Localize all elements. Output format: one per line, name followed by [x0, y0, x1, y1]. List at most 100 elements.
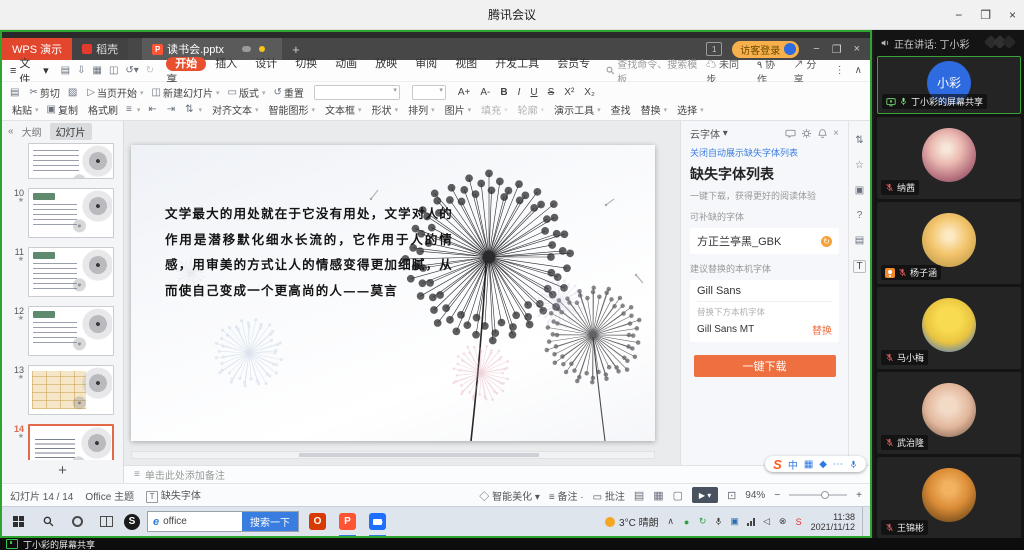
minimize-button[interactable]: −	[955, 8, 962, 22]
italic-button[interactable]: I	[516, 87, 521, 98]
ime-skin-icon[interactable]: ◆	[819, 459, 827, 470]
adjust-panel-icon[interactable]: ⇅	[855, 135, 863, 146]
presentation-tools-button[interactable]: 演示工具	[552, 102, 601, 117]
favorites-icon[interactable]: ☆	[855, 160, 864, 171]
tray-network-icon[interactable]	[746, 518, 756, 526]
outline-button[interactable]: 轮廓	[516, 102, 545, 117]
increase-indent-button[interactable]: ⇥	[167, 104, 177, 115]
cortana-icon[interactable]	[66, 510, 88, 534]
smartart-button[interactable]: 智能图形	[267, 102, 316, 117]
tray-expand-icon[interactable]: ∧	[666, 516, 676, 527]
tab-outline[interactable]: 大纲	[22, 124, 42, 139]
menu-animation[interactable]: 动画	[326, 57, 366, 71]
replace-link[interactable]: 替换	[812, 322, 832, 337]
line-spacing-button[interactable]: ⇅	[185, 104, 202, 115]
find-button[interactable]: 查找	[609, 102, 631, 117]
missing-font-button[interactable]: T 缺失字体	[146, 487, 201, 503]
zoom-slider-knob[interactable]	[821, 491, 829, 499]
shape-button[interactable]: 形状	[370, 102, 399, 117]
preview-icon[interactable]: ◫	[109, 65, 118, 76]
increase-font-button[interactable]: A+	[456, 87, 471, 98]
download-all-button[interactable]: 一键下载	[694, 355, 836, 377]
maximize-button[interactable]: ❐	[980, 8, 991, 22]
zoom-out-button[interactable]: −	[774, 490, 780, 501]
feedback-icon[interactable]: ▤	[855, 235, 864, 246]
settings-gear-icon[interactable]	[801, 128, 812, 139]
comment-button[interactable]: ▭ 批注	[593, 488, 625, 503]
horizontal-scrollbar[interactable]	[131, 451, 655, 459]
undo-icon[interactable]: ↺▾	[125, 65, 138, 76]
slide-thumbnail-12[interactable]: 12 ★	[2, 306, 123, 356]
slide-quote-text[interactable]: 文学最大的用处就在于它没有用处，文学对人的作用是潜移默化细水长流的，它作用于人的…	[165, 201, 453, 304]
format-painter-button[interactable]: 格式刷	[86, 102, 118, 117]
black-s-app-icon[interactable]: S	[124, 514, 140, 530]
export-icon[interactable]: ⇩	[77, 65, 85, 76]
select-box[interactable]	[412, 85, 446, 100]
print-icon[interactable]: ▦	[92, 65, 101, 76]
missing-font-row[interactable]: 方正兰亭黑_GBK ↻	[690, 228, 839, 254]
align-text-button[interactable]: 对齐文本	[210, 102, 259, 117]
scrollbar-thumb[interactable]	[299, 453, 539, 457]
menu-transition[interactable]: 切换	[286, 57, 326, 71]
tray-close-icon[interactable]: ⊗	[778, 516, 788, 527]
search-submit-button[interactable]: 搜索一下	[242, 512, 298, 531]
picture-button[interactable]: 图片	[443, 102, 472, 117]
select-box[interactable]	[314, 85, 400, 100]
disable-auto-show-link[interactable]: 关闭自动展示缺失字体列表	[690, 146, 839, 159]
tray-app-icon[interactable]: ▣	[730, 516, 740, 527]
play-from-current-button[interactable]: ▷ 当页开始	[87, 85, 143, 100]
slide-editor[interactable]: 文学最大的用处就在于它没有用处，文学对人的作用是潜移默化细水长流的，它作用于人的…	[124, 121, 680, 465]
tray-sync-icon[interactable]: ↻	[698, 516, 708, 527]
zoom-slider[interactable]	[789, 494, 847, 496]
slide-thumbnail-14[interactable]: 14 ★	[2, 424, 123, 460]
slide-thumbnail-11[interactable]: 11 ★	[2, 247, 123, 297]
participant-dingxiaocai[interactable]: 小彩 丁小彩的屏幕共享	[877, 56, 1021, 114]
text-tool-icon[interactable]: T	[853, 260, 865, 273]
replace-button[interactable]: 替换	[639, 102, 668, 117]
theme-name[interactable]: Office 主题	[85, 488, 134, 503]
slide-thumbnail-9[interactable]	[2, 143, 123, 179]
collapse-ribbon-icon[interactable]: ∧	[855, 65, 862, 76]
slide-layout-button[interactable]: ▭ 版式	[227, 85, 265, 100]
help-icon[interactable]: ?	[857, 210, 863, 221]
collapse-panel-button[interactable]: «	[8, 126, 14, 137]
tray-volume-icon[interactable]: ◁	[762, 516, 772, 527]
tray-status-green-icon[interactable]: ●	[682, 517, 692, 527]
wps-restore-button[interactable]: ❐	[832, 43, 842, 56]
ime-keyboard-icon[interactable]: ▦	[804, 459, 813, 470]
decrease-font-button[interactable]: A-	[478, 87, 490, 98]
menu-devtools[interactable]: 开发工具	[486, 57, 548, 71]
show-desktop-button[interactable]	[862, 507, 868, 537]
font-family-select[interactable]	[312, 85, 402, 100]
participant-yangzihan[interactable]: 杨子涵	[877, 202, 1021, 284]
cut-button[interactable]: ✂ 剪切	[29, 85, 59, 100]
reading-view-icon[interactable]: ▢	[673, 489, 683, 502]
close-button[interactable]: ×	[1009, 8, 1016, 22]
arrange-button[interactable]: 排列	[406, 102, 435, 117]
start-button[interactable]	[8, 510, 30, 534]
docer-tab[interactable]: 稻壳	[72, 38, 128, 60]
participant-maxiaomei[interactable]: 马小梅	[877, 287, 1021, 369]
font-download-status-icon[interactable]: ↻	[821, 236, 832, 247]
notification-bell-icon[interactable]	[817, 128, 828, 139]
task-view-icon[interactable]	[95, 510, 117, 534]
participant-wangjinbin[interactable]: 王锦彬	[877, 457, 1021, 538]
window-manager-icon[interactable]: 1	[706, 42, 722, 56]
strikethrough-button[interactable]: S	[546, 87, 555, 98]
decrease-indent-button[interactable]: ⇤	[148, 104, 158, 115]
taskbar-clock[interactable]: 11:38 2021/11/12	[811, 512, 855, 532]
slide-thumbnail-10[interactable]: 10 ★	[2, 188, 123, 238]
menu-slideshow[interactable]: 放映	[366, 57, 406, 71]
add-slide-button[interactable]: +	[2, 460, 123, 483]
slideshow-play-button[interactable]: ▶ ▾	[692, 487, 718, 503]
menu-insert[interactable]: 插入	[206, 57, 246, 71]
textbox-button[interactable]: 文本框	[323, 102, 362, 117]
close-panel-icon[interactable]: ×	[833, 128, 839, 139]
redo-icon[interactable]: ↻	[146, 65, 154, 76]
font-size-select[interactable]	[410, 85, 448, 100]
fill-button[interactable]: 填充	[479, 102, 508, 117]
taskbar-search-box[interactable]: e office 搜索一下	[147, 511, 299, 532]
ime-toolbar[interactable]: S 中▦◆⋯	[765, 456, 866, 472]
zoom-in-button[interactable]: +	[856, 490, 862, 501]
task-pane-icon[interactable]: ▣	[855, 185, 864, 196]
